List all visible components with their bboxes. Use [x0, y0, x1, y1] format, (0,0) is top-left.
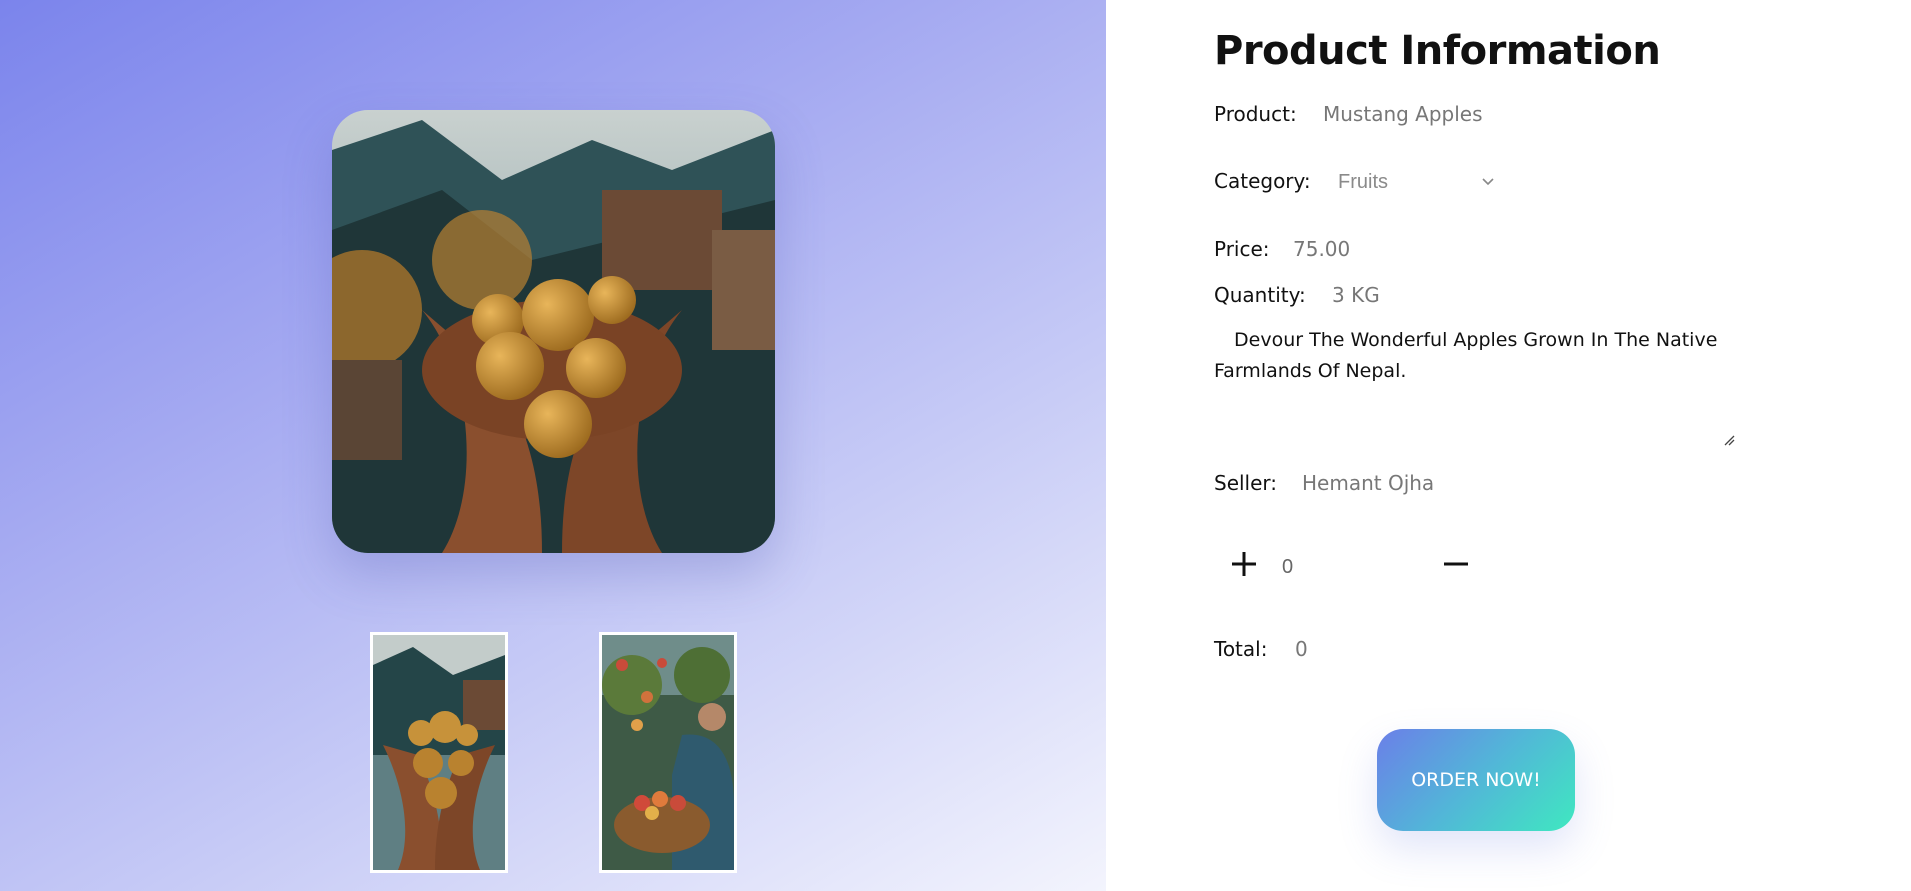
minus-icon: [1444, 562, 1468, 566]
increase-quantity-button[interactable]: [1228, 548, 1260, 580]
category-selected-value: Fruits: [1338, 170, 1388, 193]
quantity-value: 3 KG: [1332, 283, 1380, 307]
main-product-image: [332, 110, 775, 553]
apples-in-hands-photo: [332, 110, 775, 553]
seller-label: Seller:: [1214, 471, 1278, 495]
page-title: Product Information: [1214, 28, 1661, 74]
resize-grip-icon[interactable]: [1723, 434, 1735, 446]
thumbnail-apples-in-hands[interactable]: [370, 632, 508, 873]
thumbnail-image: [373, 635, 505, 870]
quantity-label: Quantity:: [1214, 283, 1306, 307]
seller-value: Hemant Ojha: [1302, 471, 1435, 495]
category-label: Category:: [1214, 169, 1311, 193]
decrease-quantity-button[interactable]: [1440, 548, 1472, 580]
category-select[interactable]: Fruits: [1338, 167, 1498, 197]
quantity-input[interactable]: 0: [1282, 552, 1412, 582]
product-gallery-panel: [0, 0, 1106, 891]
total-label: Total:: [1214, 637, 1268, 661]
thumbnail-image: [602, 635, 734, 870]
description-textarea[interactable]: Devour The Wonderful Apples Grown In The…: [1214, 325, 1736, 449]
product-label: Product:: [1214, 102, 1297, 126]
price-label: Price:: [1214, 237, 1270, 261]
plus-icon: [1232, 552, 1256, 576]
total-value: 0: [1295, 637, 1308, 661]
thumbnail-apple-harvest[interactable]: [599, 632, 737, 873]
product-value: Mustang Apples: [1323, 102, 1483, 126]
order-now-button[interactable]: ORDER NOW!: [1377, 729, 1575, 831]
price-value: 75.00: [1293, 237, 1351, 261]
chevron-down-icon: [1482, 178, 1494, 186]
